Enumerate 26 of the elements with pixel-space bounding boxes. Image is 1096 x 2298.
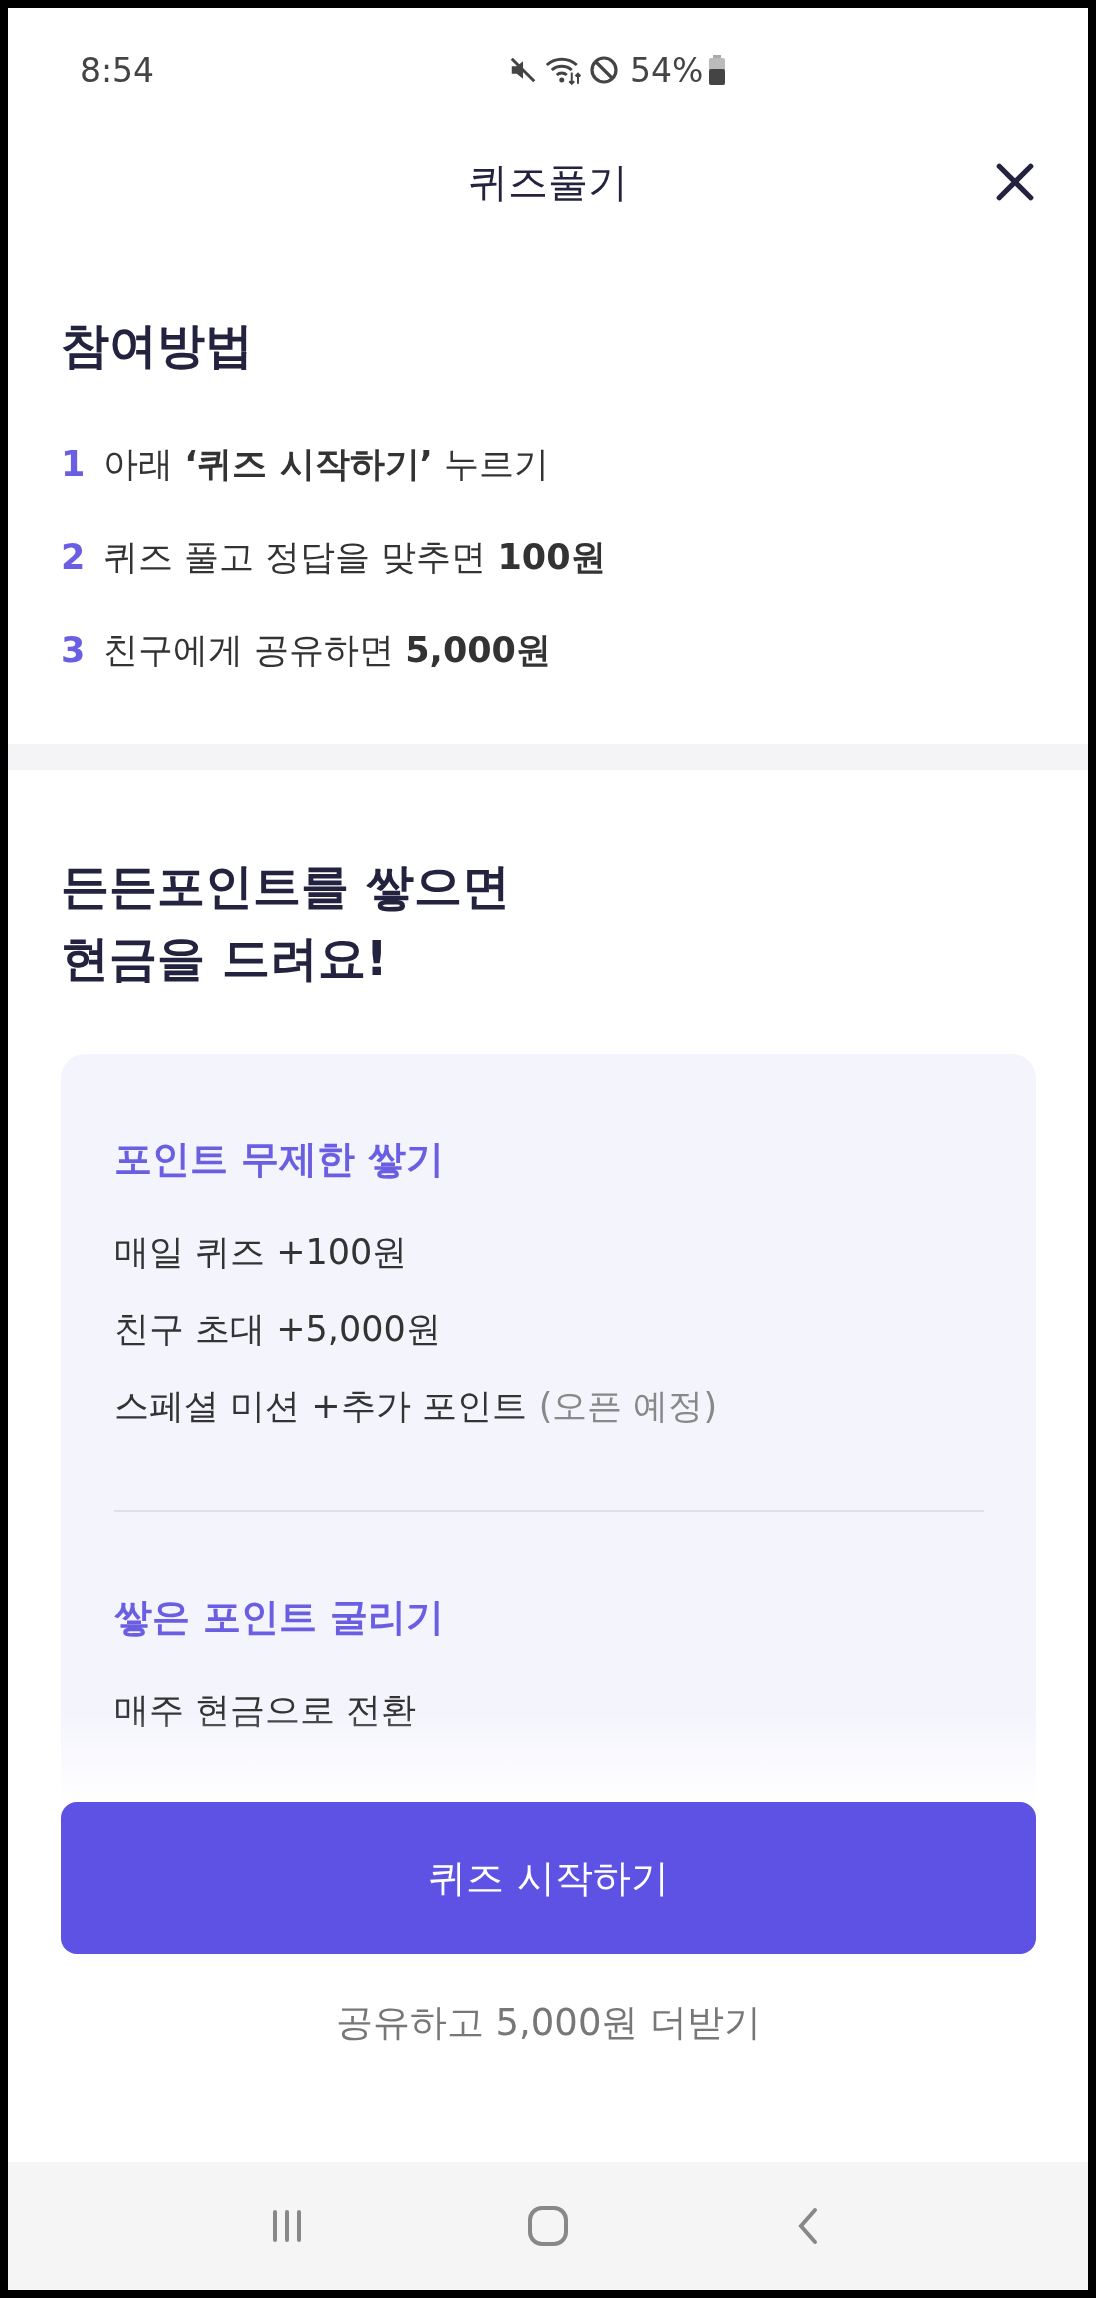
promo-heading: 든든포인트를 쌓으면 현금을 드려요! — [61, 857, 511, 989]
status-time: 8:54 — [80, 50, 155, 90]
close-icon[interactable] — [994, 161, 1036, 203]
step-text: 퀴즈 풀고 정답을 맞추면 100원 — [103, 536, 606, 580]
start-quiz-button[interactable]: 퀴즈 시작하기 — [61, 1802, 1036, 1954]
card-item-text: 매주 현금으로 전환 — [114, 1689, 417, 1733]
mute-icon — [508, 55, 538, 85]
step-number: 1 — [61, 444, 85, 485]
card-item-text: 친구 초대 +5,000원 — [114, 1308, 441, 1352]
step-number: 3 — [61, 630, 85, 671]
step-number: 2 — [61, 537, 85, 578]
card-section-title: 포인트 무제한 쌓기 — [114, 1136, 446, 1184]
section-heading: 참여방법 — [61, 316, 254, 375]
card-item-text: 스페셜 미션 +추가 포인트 — [114, 1385, 527, 1429]
wifi-icon — [544, 55, 582, 85]
card-item-note: (오픈 예정) — [538, 1385, 718, 1429]
step-text: 친구에게 공유하면 5,000원 — [103, 629, 551, 673]
card-section-title: 쌓은 포인트 굴리기 — [114, 1594, 446, 1642]
battery-percent: 54% — [630, 50, 704, 90]
home-icon[interactable] — [526, 2204, 570, 2248]
do-not-disturb-icon — [588, 54, 620, 86]
card-item-text: 매일 퀴즈 +100원 — [114, 1231, 408, 1275]
share-link[interactable]: 공유하고 5,000원 더받기 — [335, 1998, 762, 2048]
battery-icon — [709, 55, 726, 85]
screen-title: 퀴즈풀기 — [468, 157, 628, 207]
step-text: 아래 ‘퀴즈 시작하기’ 누르기 — [103, 443, 550, 487]
